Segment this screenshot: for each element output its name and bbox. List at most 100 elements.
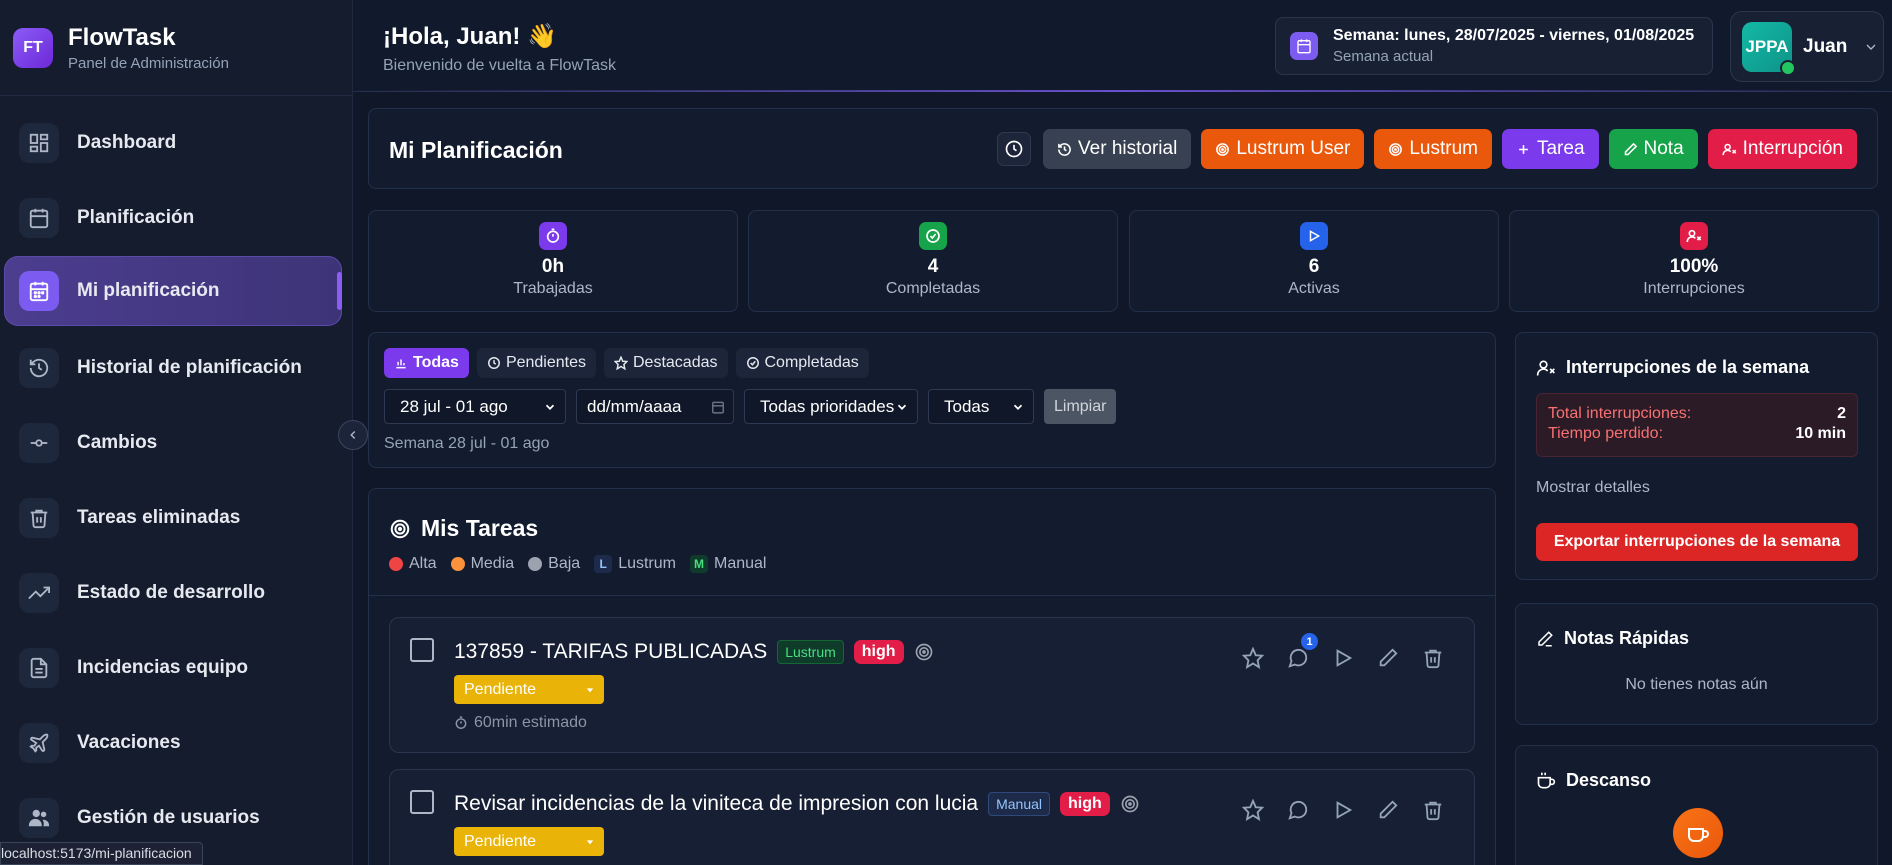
sidebar-item-tareas-eliminadas[interactable]: Tareas eliminadas (4, 483, 342, 553)
clock-icon (487, 357, 500, 369)
stat-card-interruptions: 100% Interrupciones (1509, 210, 1879, 312)
week-caption: Semana 28 jul - 01 ago (384, 435, 550, 452)
sidebar-item-label: Estado de desarrollo (77, 582, 265, 603)
check-circle-icon (919, 222, 947, 250)
stat-value: 100% (1669, 256, 1719, 277)
sidebar-item-cambios[interactable]: Cambios (4, 408, 342, 478)
sidebar-item-label: Dashboard (77, 132, 177, 153)
trash-icon (1424, 649, 1442, 669)
check-circle-icon (746, 357, 759, 369)
sidebar-item-label: Tareas eliminadas (77, 507, 241, 528)
users-icon (19, 798, 59, 838)
tasks-legend: Alta Media Baja L Lustrum M Manual (389, 555, 766, 573)
total-interruptions: 2 (1837, 405, 1846, 422)
add-note-button[interactable]: Nota (1608, 129, 1698, 169)
priority-high-dot (389, 557, 403, 571)
stat-label: Trabajadas (513, 280, 593, 297)
type-select[interactable]: Todas (928, 389, 1034, 424)
task-card: 137859 - TARIFAS PUBLICADAS Lustrum high… (389, 617, 1475, 753)
tab-todas[interactable]: Todas (384, 348, 469, 378)
stat-label: Interrupciones (1643, 280, 1745, 297)
sidebar-item-label: Incidencias equipo (77, 657, 249, 678)
lustrum-user-button[interactable]: Lustrum User (1201, 129, 1365, 169)
target-icon (1216, 142, 1230, 156)
interruptions-panel: Interrupciones de la semana Total interr… (1515, 332, 1878, 580)
play-button[interactable] (1332, 799, 1354, 821)
stat-label: Completadas (885, 280, 981, 297)
user-x-icon (1536, 360, 1555, 375)
tasks-title: Mis Tareas (421, 515, 539, 541)
caret-down-icon (586, 687, 594, 692)
calendar-icon (712, 401, 724, 414)
week-range: Semana: lunes, 28/07/2025 - viernes, 01/… (1333, 27, 1695, 44)
delete-button[interactable] (1422, 647, 1444, 669)
lustrum-badge: L (594, 555, 613, 573)
sidebar-item-dashboard[interactable]: Dashboard (4, 108, 342, 178)
target-icon (1121, 795, 1139, 813)
star-button[interactable] (1242, 647, 1264, 669)
planning-toolbar: Mi Planificación Ver historial Lustrum U… (368, 108, 1878, 189)
chevron-down-icon (1863, 39, 1879, 55)
comments-button[interactable]: 1 (1287, 633, 1318, 669)
clear-filters-button[interactable]: Limpiar (1044, 389, 1117, 424)
lustrum-button[interactable]: Lustrum (1374, 129, 1492, 169)
edit-button[interactable] (1377, 647, 1399, 669)
edit-button[interactable] (1377, 799, 1399, 821)
play-icon (1336, 649, 1353, 667)
calendar-grid-icon (19, 271, 59, 311)
manual-badge: M (689, 555, 708, 573)
pencil-icon (1538, 630, 1553, 646)
sidebar-item-label: Cambios (77, 432, 158, 453)
sidebar-item-label: Vacaciones (77, 732, 181, 753)
tasks-panel: Mis Tareas Alta Media Baja L Lustrum M Man… (368, 488, 1496, 865)
source-badge: Lustrum (777, 640, 844, 664)
task-checkbox[interactable] (410, 790, 434, 814)
priority-low-dot (528, 557, 543, 571)
user-menu[interactable]: JPPA Juan (1730, 11, 1884, 82)
priority-select[interactable]: Todas prioridades (744, 389, 918, 424)
task-title: 137859 - TARIFAS PUBLICADAS (454, 640, 768, 663)
comments-button[interactable] (1287, 799, 1309, 821)
clock-button[interactable] (997, 132, 1032, 166)
sidebar-collapse-button[interactable] (338, 420, 368, 450)
week-select[interactable]: 28 jul - 01 ago (384, 389, 566, 424)
play-icon (1336, 801, 1353, 819)
star-button[interactable] (1242, 799, 1264, 821)
sidebar-item-vacaciones[interactable]: Vacaciones (4, 708, 342, 778)
interruptions-summary: Total interrupciones: 2 Tiempo perdido: 10… (1536, 393, 1858, 457)
grid-icon (19, 123, 59, 163)
plane-icon (19, 723, 59, 763)
pencil-icon (1624, 142, 1637, 155)
delete-button[interactable] (1422, 799, 1444, 821)
view-history-button[interactable]: Ver historial (1043, 129, 1192, 169)
task-status-select[interactable]: Pendiente (454, 675, 604, 704)
task-status-select[interactable]: Pendiente (454, 827, 604, 856)
comment-icon (1288, 648, 1308, 668)
trending-up-icon (19, 573, 59, 613)
tab-pendientes[interactable]: Pendientes (476, 348, 596, 378)
chevron-left-icon (350, 430, 356, 440)
export-interruptions-button[interactable]: Exportar interrupciones de la semana (1536, 523, 1858, 561)
brand[interactable]: FT FlowTask Panel de Administración (0, 0, 352, 96)
tab-destacadas[interactable]: Destacadas (604, 348, 728, 378)
user-name: Juan (1803, 35, 1848, 57)
play-button[interactable] (1332, 647, 1354, 669)
break-title: Descanso (1566, 770, 1652, 790)
tab-completadas[interactable]: Completadas (735, 348, 869, 378)
sidebar-item-historial[interactable]: Historial de planificación (4, 333, 342, 403)
sidebar-item-planificacion[interactable]: Planificación (4, 183, 342, 253)
show-details-link[interactable]: Mostrar detalles (1536, 479, 1650, 497)
comment-icon (1288, 800, 1308, 820)
add-interruption-button[interactable]: Interrupción (1707, 129, 1857, 169)
brand-logo: FT (13, 27, 53, 68)
plus-icon (1519, 144, 1528, 154)
chevron-down-icon (1013, 404, 1023, 410)
sidebar-item-incidencias[interactable]: Incidencias equipo (4, 633, 342, 703)
date-input[interactable]: dd/mm/aaaa (576, 389, 734, 424)
add-task-button[interactable]: Tarea (1501, 129, 1599, 169)
sidebar-item-estado-desarrollo[interactable]: Estado de desarrollo (4, 558, 342, 628)
target-icon (390, 519, 410, 538)
start-break-button[interactable] (1673, 808, 1723, 858)
sidebar-item-mi-planificacion[interactable]: Mi planificación (4, 256, 342, 326)
task-checkbox[interactable] (410, 638, 434, 662)
